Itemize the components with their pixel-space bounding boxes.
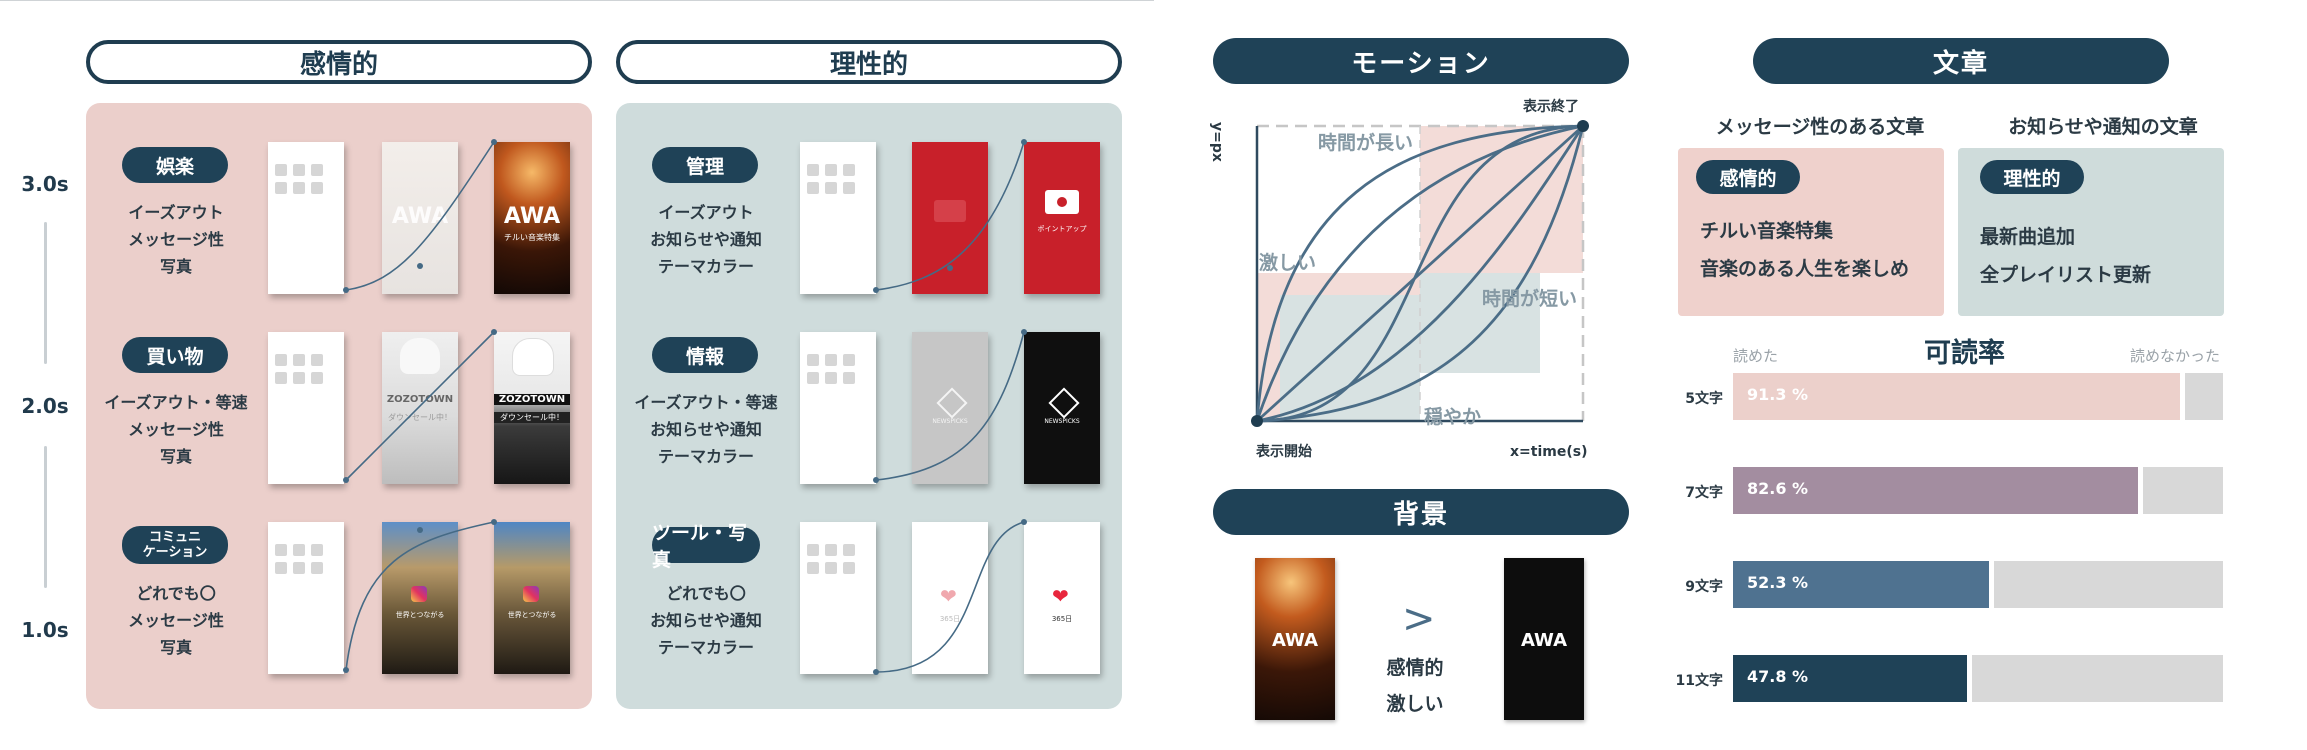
bar-gap xyxy=(1967,655,1972,702)
tag-communication: コミュニ ケーション xyxy=(122,526,228,564)
desc-information: イーズアウト・等速 お知らせや通知 テーマカラー xyxy=(634,393,778,466)
timeline-bar xyxy=(44,446,47,588)
time-label-1s: 1.0s xyxy=(21,618,69,642)
phone-home-screen xyxy=(800,332,876,484)
phone-home-screen xyxy=(800,522,876,674)
phone-zozo-down: ZOZOTOWN ダウンセール中！ xyxy=(494,332,570,484)
time-label-2s: 2.0s xyxy=(21,394,69,418)
bar-track: 91.3 % xyxy=(1733,373,2223,420)
bar-category-label: 5文字 xyxy=(1685,391,1723,407)
bar-value-label: 91.3 % xyxy=(1747,385,1809,404)
phone-heart-fading: ❤ 365日 xyxy=(912,522,988,674)
bar-value-label: 82.6 % xyxy=(1747,479,1809,498)
desc-entertainment: イーズアウト メッセージ性 写真 xyxy=(128,203,224,276)
bar-value-label: 47.8 % xyxy=(1747,667,1809,686)
y-axis-label: y=px xyxy=(1209,122,1225,162)
phone-home-screen xyxy=(268,332,344,484)
phone-instagram-city: 世界とつながる xyxy=(494,522,570,674)
tag-management: 管理 xyxy=(652,147,758,183)
tag-tools-photo: ツール・写真 xyxy=(652,522,760,571)
chart-left-note: 読めた xyxy=(1733,347,1779,365)
zone-intense: 激しい xyxy=(1259,252,1317,274)
heading-rational: 理性的 xyxy=(616,40,1122,84)
col-head-notice: お知らせや通知の文章 xyxy=(2008,116,2198,138)
top-divider xyxy=(0,0,1154,1)
time-label-3s: 3.0s xyxy=(21,172,69,196)
heading-emotional: 感情的 xyxy=(86,40,592,84)
x-axis-label: x=time(s) xyxy=(1510,444,1588,460)
desc-tools-photo: どれでも〇 お知らせや通知 テーマカラー xyxy=(650,584,762,657)
bar-category-label: 9文字 xyxy=(1685,579,1723,595)
chart-right-note: 読めなかった xyxy=(2130,347,2221,365)
background-desc: 感情的 激しい xyxy=(1386,657,1444,715)
tag-shopping: 買い物 xyxy=(122,337,228,373)
phone-home-screen xyxy=(800,142,876,294)
background-solid-card: AWA xyxy=(1504,558,1584,720)
tag-entertainment: 娯楽 xyxy=(122,147,228,183)
phone-heart: ❤ 365日 xyxy=(1024,522,1100,674)
phone-news-fading: NEWSPICKS xyxy=(912,332,988,484)
bar-gap xyxy=(1989,561,1994,608)
phone-home-screen xyxy=(268,142,344,294)
heading-motion: モーション xyxy=(1213,38,1629,84)
bar-track: 52.3 % xyxy=(1733,561,2223,608)
start-label: 表示開始 xyxy=(1256,444,1312,460)
desc-management: イーズアウト お知らせや通知 テーマカラー xyxy=(650,203,762,276)
phone-awa-concert: AWA チルい音楽特集 xyxy=(494,142,570,294)
zone-long: 時間が長い xyxy=(1318,132,1414,154)
card-body-rational: 最新曲追加 全プレイリスト更新 xyxy=(1980,226,2152,286)
bar-category-label: 11文字 xyxy=(1675,673,1723,689)
background-photo-card: AWA xyxy=(1255,558,1335,720)
phone-awa-fading: AWA xyxy=(382,142,458,294)
bar-category-label: 7文字 xyxy=(1685,485,1723,501)
phone-instagram-city: 世界とつながる xyxy=(382,522,458,674)
phone-home-screen xyxy=(268,522,344,674)
tag-information: 情報 xyxy=(652,337,758,373)
motion-chart xyxy=(1251,120,1589,427)
zone-short: 時間が短い xyxy=(1482,288,1578,310)
col-head-message: メッセージ性のある文章 xyxy=(1715,116,1925,138)
phone-red-points: ポイントアップ xyxy=(1024,142,1100,294)
tag-rational: 理性的 xyxy=(1980,160,2084,194)
heart-icon: ❤ xyxy=(1052,584,1069,608)
desc-communication: どれでも〇 メッセージ性 写真 xyxy=(128,584,224,657)
phone-red-fading xyxy=(912,142,988,294)
phone-news: NEWSPICKS xyxy=(1024,332,1100,484)
card-body-emotional: チルい音楽特集 音楽のある人生を楽しめ xyxy=(1700,220,1910,280)
heart-icon: ❤ xyxy=(940,584,957,608)
bar-gap xyxy=(2138,467,2143,514)
tag-emotional: 感情的 xyxy=(1696,160,1800,194)
desc-shopping: イーズアウト・等速 メッセージ性 写真 xyxy=(104,393,248,466)
bar-gap xyxy=(2180,373,2185,420)
heading-text: 文章 xyxy=(1753,38,2169,84)
phone-zozo-fading: ZOZOTOWN ダウンセール中！ xyxy=(382,332,458,484)
end-label: 表示終了 xyxy=(1523,99,1579,115)
timeline-bar xyxy=(44,222,47,364)
chart-title: 可読率 xyxy=(1924,338,2005,369)
bar-track: 47.8 % xyxy=(1733,655,2223,702)
zone-calm: 穏やか xyxy=(1424,406,1482,428)
bar-value-label: 52.3 % xyxy=(1747,573,1809,592)
heading-background: 背景 xyxy=(1213,489,1629,535)
arrow-greater-than: > xyxy=(1402,596,1436,642)
bar-track: 82.6 % xyxy=(1733,467,2223,514)
